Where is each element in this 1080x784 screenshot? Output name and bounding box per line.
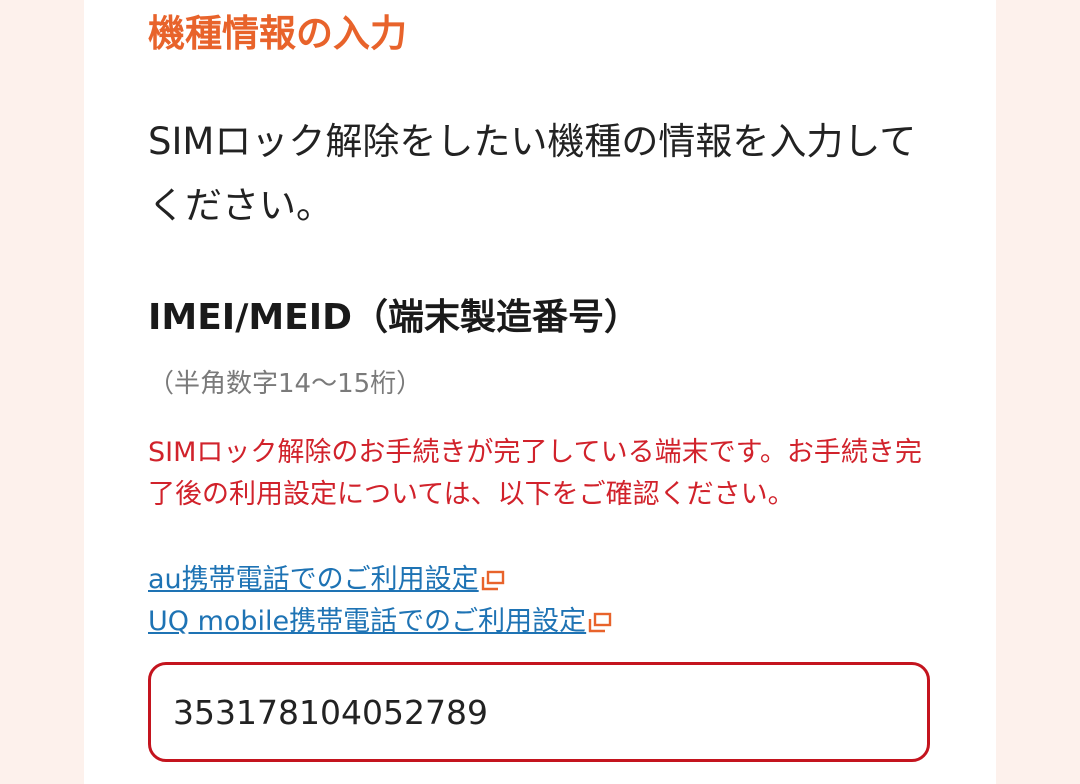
- au-settings-link[interactable]: au携帯電話でのご利用設定: [148, 559, 505, 601]
- imei-input[interactable]: [148, 662, 930, 762]
- external-link-icon: [481, 570, 504, 590]
- error-message: SIMロック解除のお手続きが完了している端末です。お手続き完了後の利用設定につい…: [148, 437, 922, 510]
- au-settings-link-label: au携帯電話でのご利用設定: [148, 564, 479, 595]
- section-heading: 機種情報の入力: [148, 12, 407, 55]
- uq-settings-link-label: UQ mobile携帯電話でのご利用設定: [148, 606, 587, 637]
- uq-settings-link[interactable]: UQ mobile携帯電話でのご利用設定: [148, 601, 612, 643]
- external-link-icon: [588, 612, 612, 632]
- imei-field-label: IMEI/MEID（端末製造番号）: [148, 297, 641, 338]
- form-card: 機種情報の入力 SIMロック解除をしたい機種の情報を入力してください。 IMEI…: [84, 0, 996, 784]
- intro-text: SIMロック解除をしたい機種の情報を入力してください。: [148, 120, 917, 227]
- imei-field-hint: （半角数字14〜15桁）: [148, 369, 423, 399]
